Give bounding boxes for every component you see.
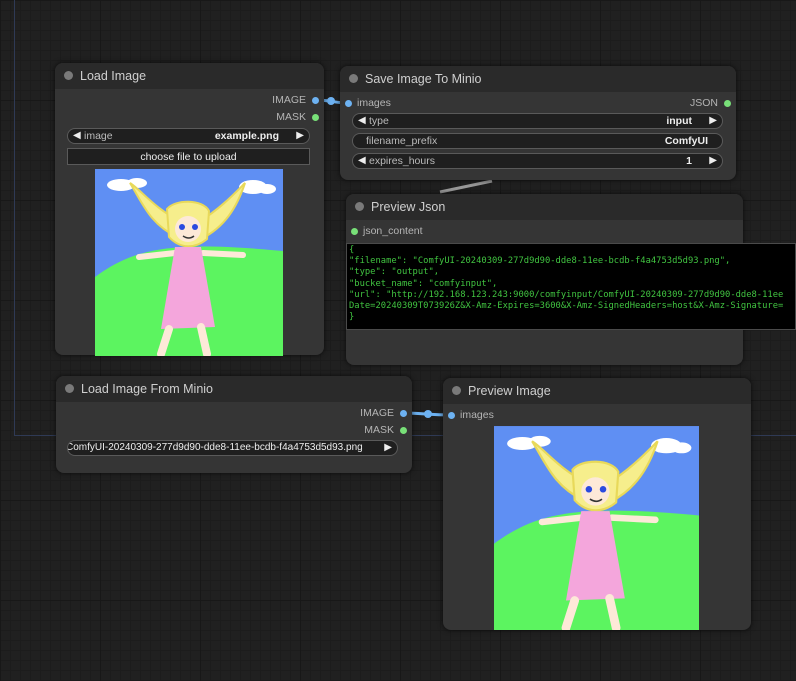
right-arrow-icon[interactable]: ▶ xyxy=(709,155,717,166)
input-slot-images[interactable] xyxy=(345,100,352,107)
node-title[interactable]: Load Image From Minio xyxy=(56,376,412,402)
widget-value: ComfyUI xyxy=(664,135,708,147)
widget-label: expires_hours xyxy=(369,155,435,167)
output-slot-image[interactable] xyxy=(400,410,407,417)
filename-prefix-field[interactable]: filename_prefix ComfyUI xyxy=(352,133,723,149)
json-line: Date=20240309T073926Z&X-Amz-Expires=3600… xyxy=(349,301,784,312)
node-title-text: Preview Image xyxy=(468,384,551,398)
link-json-to-preview xyxy=(439,179,493,194)
link-midpoint xyxy=(327,97,335,105)
input-label-json-content: json_content xyxy=(363,225,423,237)
json-output-textarea[interactable]: {"filename": "ComfyUI-20240309-277d9d90-… xyxy=(346,243,796,330)
collapse-dot-icon[interactable] xyxy=(355,202,364,211)
output-slot-mask[interactable] xyxy=(312,114,319,121)
json-line: "url": "http://192.168.123.243:9000/comf… xyxy=(349,289,784,300)
input-slot-json-content[interactable] xyxy=(351,228,358,235)
node-title[interactable]: Save Image To Minio xyxy=(340,66,736,92)
widget-label: filename_prefix xyxy=(366,135,438,147)
widget-value: input xyxy=(666,115,692,127)
right-arrow-icon[interactable]: ▶ xyxy=(296,130,304,141)
left-arrow-icon[interactable]: ◀ xyxy=(73,130,81,141)
preview-image xyxy=(95,169,283,356)
node-title-text: Load Image xyxy=(80,69,147,83)
link-midpoint xyxy=(424,410,432,418)
node-title-text: Preview Json xyxy=(371,200,446,214)
node-title[interactable]: Preview Image xyxy=(443,378,751,404)
input-label-images: images xyxy=(357,97,391,109)
output-label-image: IMAGE xyxy=(360,407,394,419)
upload-button[interactable]: choose file to upload xyxy=(67,148,310,165)
left-arrow-icon[interactable]: ◀ xyxy=(358,115,366,126)
collapse-dot-icon[interactable] xyxy=(452,386,461,395)
widget-value: 1 xyxy=(686,155,692,167)
preview-image-node[interactable]: Preview Image images xyxy=(443,378,751,630)
right-arrow-icon[interactable]: ▶ xyxy=(384,442,392,453)
json-line: "filename": "ComfyUI-20240309-277d9d90-d… xyxy=(349,256,731,267)
collapse-dot-icon[interactable] xyxy=(349,74,358,83)
expires-hours-stepper[interactable]: ◀ expires_hours 1 ▶ xyxy=(352,153,723,169)
output-slot-image[interactable] xyxy=(312,97,319,104)
json-line: "bucket_name": "comfyinput", xyxy=(349,278,498,289)
output-label-mask: MASK xyxy=(364,424,394,436)
json-line: } xyxy=(349,312,355,323)
output-slot-mask[interactable] xyxy=(400,427,407,434)
node-title[interactable]: Load Image xyxy=(55,63,324,89)
collapse-dot-icon[interactable] xyxy=(65,384,74,393)
node-title[interactable]: Preview Json xyxy=(346,194,743,220)
type-combo-widget[interactable]: ◀ type input ▶ xyxy=(352,113,723,129)
output-label-json: JSON xyxy=(689,97,718,109)
preview-image xyxy=(494,426,699,630)
json-line: "type": "output", xyxy=(349,267,440,278)
widget-label: type xyxy=(369,115,389,127)
left-arrow-icon[interactable]: ◀ xyxy=(358,155,366,166)
output-label-image: IMAGE xyxy=(272,94,306,106)
widget-value: example.png xyxy=(214,130,279,142)
node-title-text: Save Image To Minio xyxy=(365,72,482,86)
widget-label: image xyxy=(84,130,113,142)
load-image-node[interactable]: Load Image IMAGE MASK ◀ image example.pn… xyxy=(55,63,324,355)
json-line: { xyxy=(349,245,355,255)
load-image-minio-node[interactable]: Load Image From Minio IMAGE MASK ComfyUI… xyxy=(56,376,412,473)
collapse-dot-icon[interactable] xyxy=(64,71,73,80)
output-slot-json[interactable] xyxy=(724,100,731,107)
save-image-minio-node[interactable]: Save Image To Minio images JSON ◀ type i… xyxy=(340,66,736,180)
minio-image-combo-widget[interactable]: ComfyUI-20240309-277d9d90-dde8-11ee-bcdb… xyxy=(67,440,398,456)
widget-value: ComfyUI-20240309-277d9d90-dde8-11ee-bcdb… xyxy=(67,442,363,453)
input-slot-images[interactable] xyxy=(448,412,455,419)
right-arrow-icon[interactable]: ▶ xyxy=(709,115,717,126)
image-combo-widget[interactable]: ◀ image example.png ▶ xyxy=(67,128,310,144)
input-label-images: images xyxy=(460,409,494,421)
node-title-text: Load Image From Minio xyxy=(81,382,214,396)
preview-json-node[interactable]: Preview Json json_content {"filename": "… xyxy=(346,194,796,365)
output-label-mask: MASK xyxy=(276,111,306,123)
